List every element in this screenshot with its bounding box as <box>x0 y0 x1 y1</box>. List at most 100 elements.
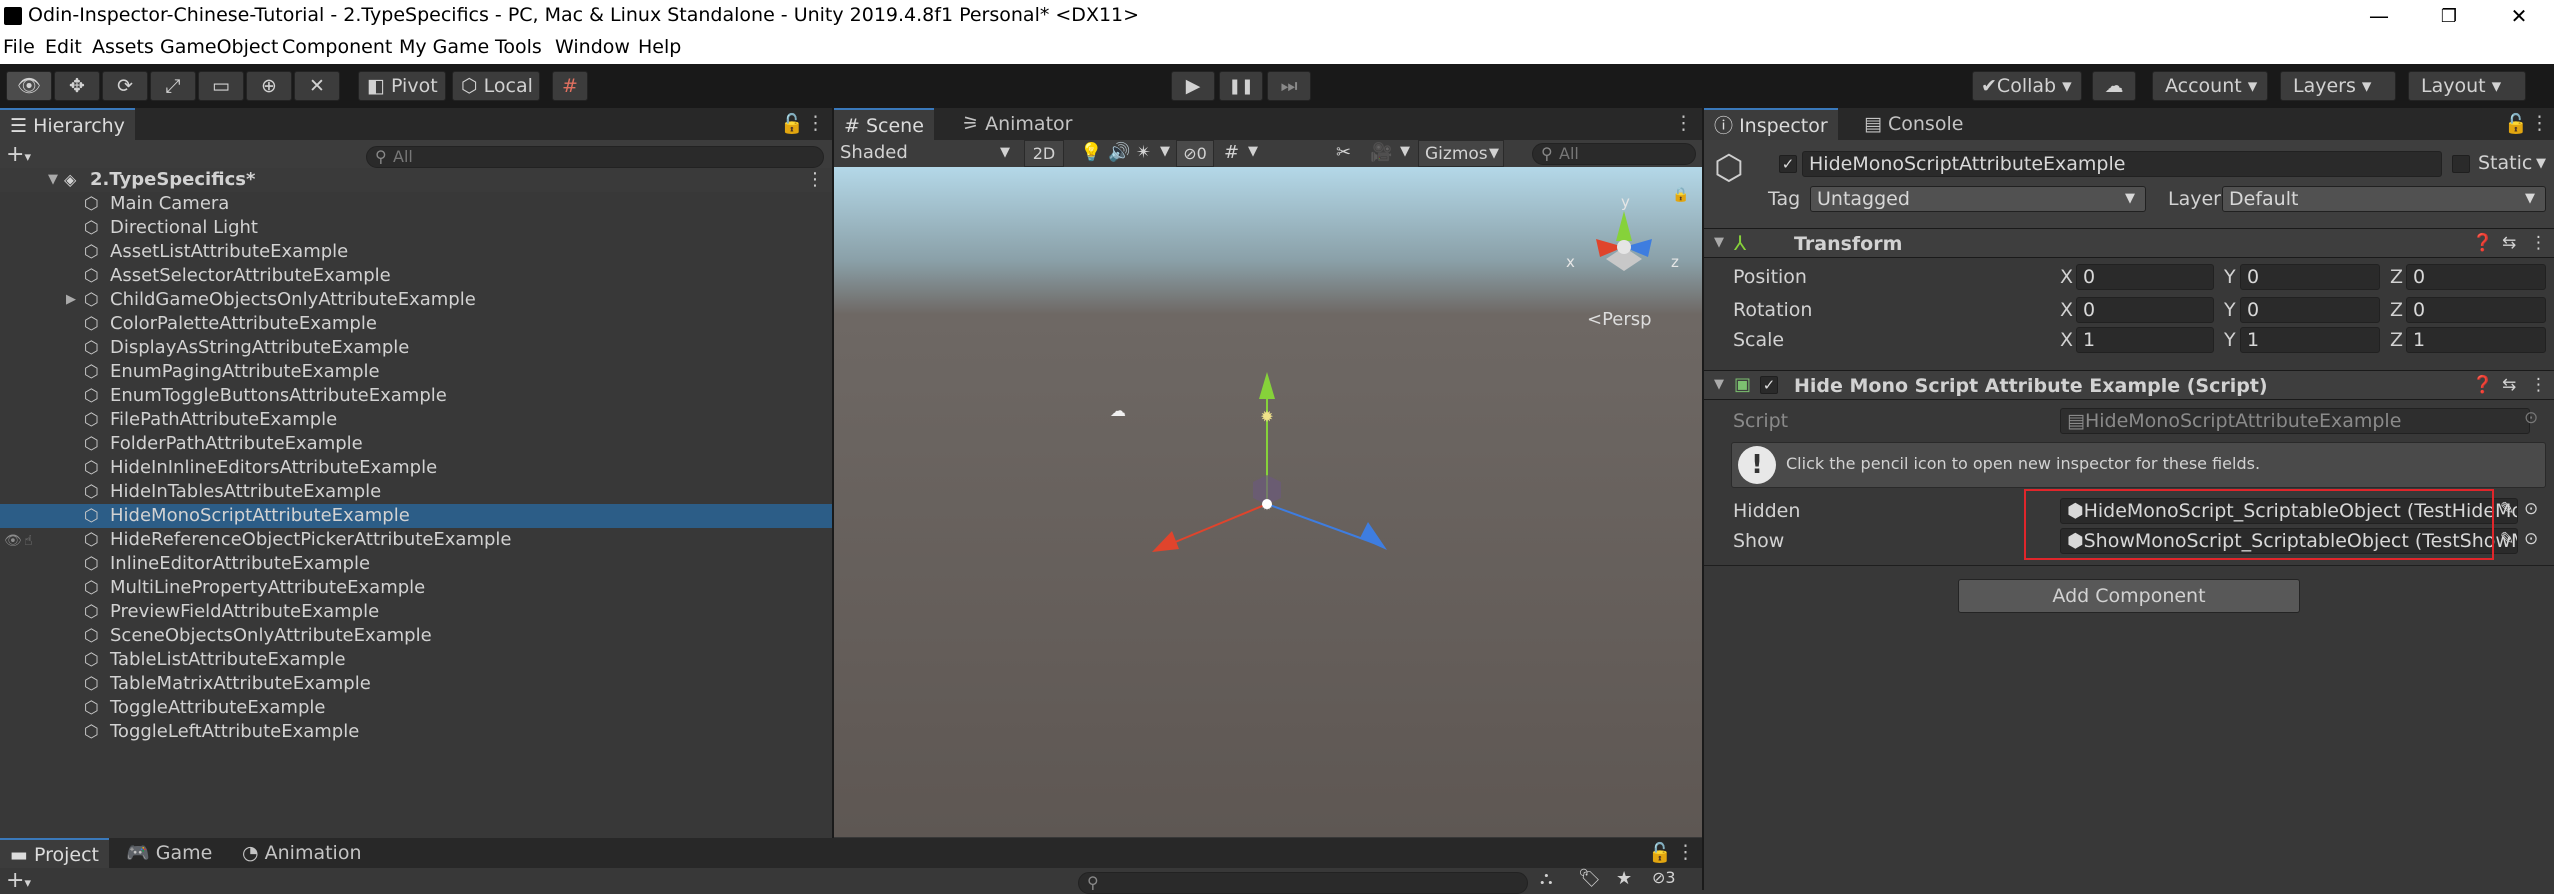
hierarchy-item[interactable]: ⬡ HideInTablesAttributeExample <box>0 480 832 504</box>
help-icon[interactable]: ❓ <box>2472 233 2493 253</box>
panel-menu-icon[interactable]: ⋮ <box>2530 112 2549 134</box>
hierarchy-item[interactable]: ⬡ Main Camera <box>0 192 832 216</box>
active-checkbox[interactable]: ✓ <box>1779 155 1797 173</box>
project-search-input[interactable]: ⚲ <box>1078 872 1528 894</box>
transform-tool-button[interactable]: ⊕ <box>246 71 292 101</box>
hierarchy-item[interactable]: ⬡ ColorPaletteAttributeExample <box>0 312 832 336</box>
lock-icon[interactable]: 🔓 <box>780 112 804 135</box>
hierarchy-item[interactable]: ▶ ⬡ ChildGameObjectsOnlyAttributeExample <box>0 288 832 312</box>
gizmo-lock-icon[interactable]: 🔒 <box>1672 187 1689 203</box>
grid-snap-button[interactable]: # <box>552 71 588 101</box>
hierarchy-item[interactable]: ⬡ ToggleLeftAttributeExample <box>0 720 832 744</box>
projection-label[interactable]: <Persp <box>1587 309 1652 330</box>
hierarchy-item[interactable]: ⬡ TableListAttributeExample <box>0 648 832 672</box>
scene-tools-icon[interactable]: ✂ <box>1336 142 1351 163</box>
hierarchy-item[interactable]: ⬡ HideReferenceObjectPickerAttributeExamp… <box>0 528 832 552</box>
cloud-button[interactable]: ☁ <box>2092 71 2136 101</box>
hierarchy-item[interactable]: ⬡ AssetSelectorAttributeExample <box>0 264 832 288</box>
hierarchy-item[interactable]: ⬡ HideMonoScriptAttributeExample <box>0 504 832 528</box>
hierarchy-item[interactable]: ⬡ HideInInlineEditorsAttributeExample <box>0 456 832 480</box>
lock-icon[interactable]: 🔓 <box>2504 112 2528 135</box>
hierarchy-item[interactable]: ⬡ Directional Light <box>0 216 832 240</box>
menu-gameobject[interactable]: GameObject <box>160 36 278 58</box>
hierarchy-item[interactable]: ⬡ DisplayAsStringAttributeExample <box>0 336 832 360</box>
hierarchy-item[interactable]: ⬡ FolderPathAttributeExample <box>0 432 832 456</box>
hierarchy-item[interactable]: ⬡ FilePathAttributeExample <box>0 408 832 432</box>
create-button[interactable]: +▾ <box>6 142 31 167</box>
hierarchy-item[interactable]: ⬡ InlineEditorAttributeExample <box>0 552 832 576</box>
menu-component[interactable]: Component <box>282 36 392 58</box>
dropdown-arrow-icon[interactable]: ▼ <box>1248 144 1258 159</box>
tab-console[interactable]: ▤ Console <box>1854 108 1973 140</box>
script-component-header[interactable]: ▼ ▣ ✓ Hide Mono Script Attribute Example… <box>1704 370 2554 400</box>
rect-tool-button[interactable]: ▭ <box>198 71 244 101</box>
visibility-icon[interactable]: 👁 <box>4 533 22 549</box>
position-y-field[interactable]: 0 <box>2240 264 2380 290</box>
component-enabled-checkbox[interactable]: ✓ <box>1760 376 1778 394</box>
hierarchy-item[interactable]: ⬡ PreviewFieldAttributeExample <box>0 600 832 624</box>
tab-animation[interactable]: ◔ Animation <box>232 838 372 868</box>
add-component-button[interactable]: Add Component <box>1958 579 2300 613</box>
search-by-label-icon[interactable]: 🏷 <box>1578 868 1601 889</box>
panel-menu-icon[interactable]: ⋮ <box>1674 112 1693 134</box>
rotation-z-label[interactable]: Z <box>2390 299 2403 321</box>
rotation-y-label[interactable]: Y <box>2224 299 2236 321</box>
tab-game[interactable]: 🎮 Game <box>116 838 222 868</box>
panel-menu-icon[interactable]: ⋮ <box>806 112 825 134</box>
shading-mode-dropdown[interactable]: Shaded ▼ <box>840 142 1020 163</box>
layers-dropdown[interactable]: Layers ▾ <box>2280 71 2396 101</box>
move-tool-button[interactable]: ✥ <box>54 71 100 101</box>
scale-x-label[interactable]: X <box>2060 329 2073 351</box>
hidden-packages-toggle[interactable]: ⊘3 <box>1652 868 1676 887</box>
position-z-field[interactable]: 0 <box>2406 264 2546 290</box>
rotation-z-field[interactable]: 0 <box>2406 297 2546 323</box>
menu-file[interactable]: File <box>3 36 35 58</box>
minimize-button[interactable]: — <box>2344 0 2414 33</box>
help-icon[interactable]: ❓ <box>2472 375 2493 395</box>
object-picker-icon[interactable]: ⊙ <box>2524 499 2538 519</box>
object-picker-icon[interactable]: ⊙ <box>2524 529 2538 549</box>
pause-button[interactable]: ❚❚ <box>1219 71 1263 101</box>
local-toggle[interactable]: ⬡ Local <box>452 71 540 101</box>
menu-my-game[interactable]: My Game <box>399 36 489 58</box>
tab-hierarchy[interactable]: ☰ Hierarchy <box>0 108 135 140</box>
tab-project[interactable]: ▬ Project <box>0 838 110 868</box>
scale-tool-button[interactable]: ⤢ <box>150 71 196 101</box>
scale-y-field[interactable]: 1 <box>2240 327 2380 353</box>
panel-menu-icon[interactable]: ⋮ <box>1676 841 1695 863</box>
search-by-type-icon[interactable]: ⛬ <box>1540 868 1553 889</box>
audio-toggle-icon[interactable]: 🔊 <box>1108 142 1130 163</box>
hierarchy-item[interactable]: ⬡ EnumPagingAttributeExample <box>0 360 832 384</box>
scale-x-field[interactable]: 1 <box>2076 327 2214 353</box>
account-dropdown[interactable]: Account ▾ <box>2152 71 2268 101</box>
lighting-toggle-icon[interactable]: 💡 <box>1080 142 1102 163</box>
menu-assets[interactable]: Assets <box>92 36 154 58</box>
rotate-tool-button[interactable]: ⟳ <box>102 71 148 101</box>
component-menu-icon[interactable]: ⋮ <box>2530 233 2547 253</box>
grid-toggle-icon[interactable]: # <box>1224 142 1239 163</box>
hierarchy-item[interactable]: ⬡ EnumToggleButtonsAttributeExample <box>0 384 832 408</box>
effects-toggle-icon[interactable]: ✴ <box>1136 142 1151 163</box>
scale-z-field[interactable]: 1 <box>2406 327 2546 353</box>
scene-menu-icon[interactable]: ⋮ <box>806 168 824 192</box>
lock-icon[interactable]: 🔓 <box>1648 841 1672 864</box>
hierarchy-item[interactable]: ⬡ SceneObjectsOnlyAttributeExample <box>0 624 832 648</box>
static-checkbox[interactable] <box>2452 155 2470 173</box>
position-x-label[interactable]: X <box>2060 266 2073 288</box>
scene-viewport[interactable]: ✹ ✹ ☁ y x z 🔒 <Persp <box>834 167 1702 837</box>
dropdown-arrow-icon[interactable]: ▼ <box>1160 144 1170 159</box>
pencil-icon[interactable]: ✎ <box>2500 529 2514 549</box>
menu-edit[interactable]: Edit <box>45 36 82 58</box>
dropdown-arrow-icon[interactable]: ▼ <box>1400 144 1410 159</box>
scene-search-input[interactable]: ⚲ All <box>1532 143 1696 165</box>
gizmos-dropdown[interactable]: Gizmos ▼ <box>1418 140 1504 167</box>
close-button[interactable]: ✕ <box>2484 0 2554 33</box>
position-x-field[interactable]: 0 <box>2076 264 2214 290</box>
hierarchy-search-input[interactable]: ⚲ All <box>366 146 824 168</box>
tab-animator[interactable]: ⚞ Animator <box>952 108 1082 140</box>
project-create-button[interactable]: +▾ <box>6 868 31 893</box>
component-menu-icon[interactable]: ⋮ <box>2530 375 2547 395</box>
object-name-field[interactable]: HideMonoScriptAttributeExample <box>1802 151 2442 177</box>
camera-gizmo-icon[interactable]: ☁ <box>1110 401 1126 420</box>
tab-scene[interactable]: # Scene <box>834 108 934 140</box>
